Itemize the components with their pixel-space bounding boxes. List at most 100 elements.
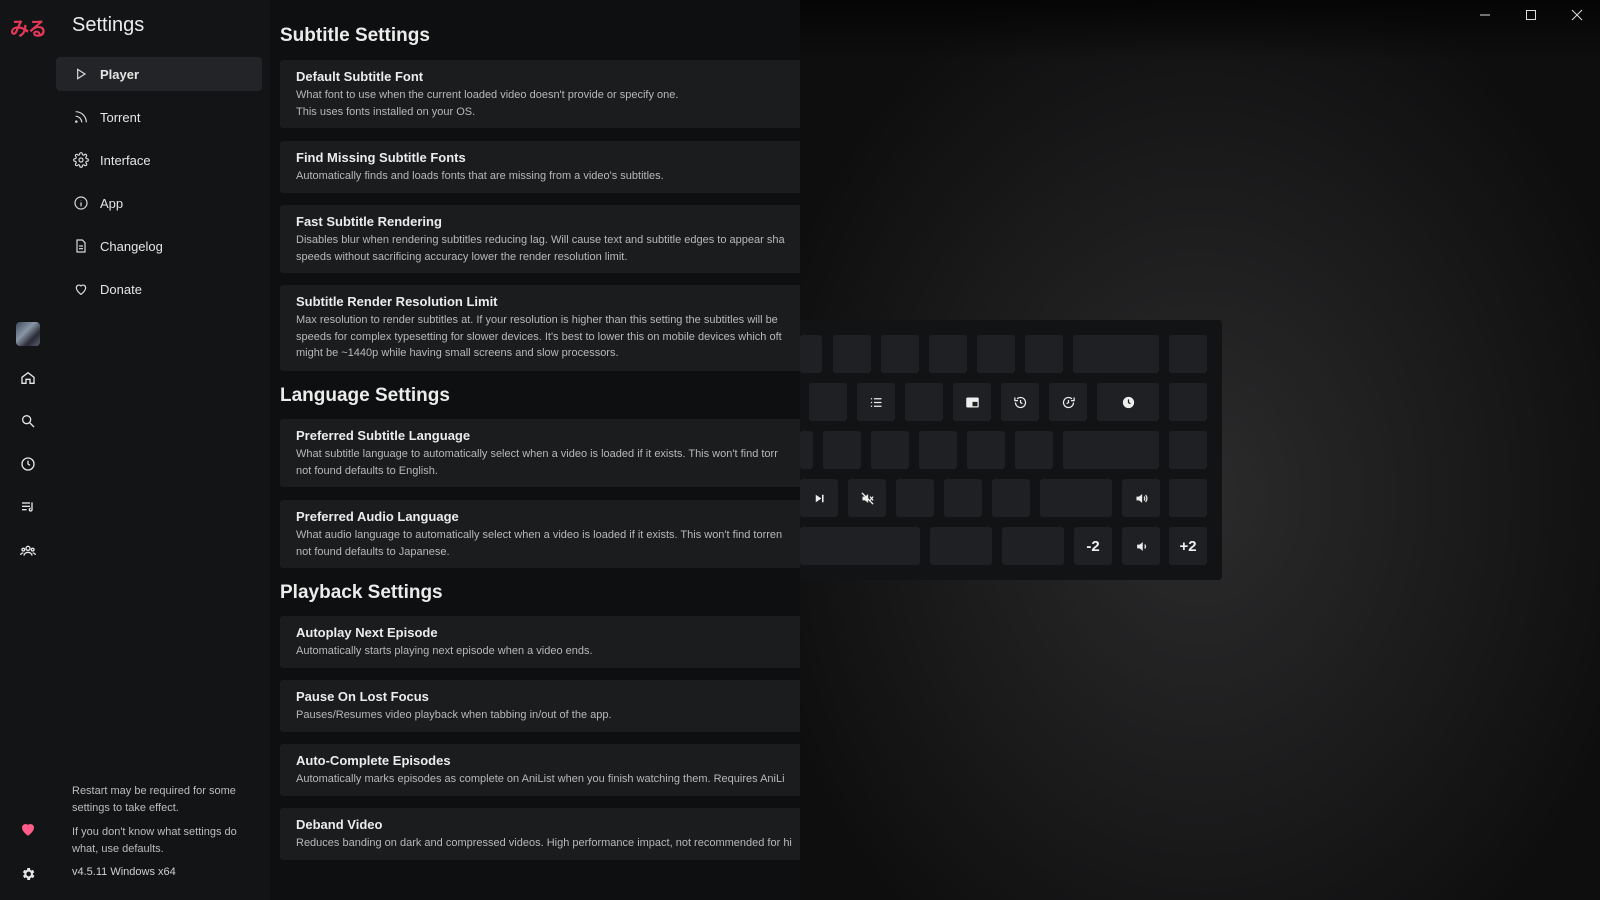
- minimize-button[interactable]: [1462, 0, 1508, 30]
- setting-description: Automatically finds and loads fonts that…: [296, 170, 664, 182]
- defaults-note: If you don't know what settings do what,…: [72, 826, 237, 855]
- nav-item-changelog[interactable]: Changelog: [56, 229, 262, 263]
- key-mute[interactable]: [848, 479, 886, 517]
- watch-together-button[interactable]: [16, 539, 40, 563]
- key-slot[interactable]: [871, 431, 909, 469]
- key-slot[interactable]: [930, 527, 992, 565]
- version-label: v4.5.11 Windows x64: [72, 866, 176, 878]
- key-forward[interactable]: [1049, 383, 1087, 421]
- setting-title: Auto-Complete Episodes: [296, 753, 451, 768]
- setting-card-deband-video[interactable]: Deband Video Reduces banding on dark and…: [280, 808, 800, 860]
- key-slot[interactable]: [800, 431, 813, 469]
- search-button[interactable]: [16, 409, 40, 433]
- setting-description: Max resolution to render subtitles at. I…: [296, 314, 782, 359]
- home-icon: [21, 371, 35, 384]
- key-slot[interactable]: [1169, 479, 1207, 517]
- key-slot[interactable]: [1169, 431, 1207, 469]
- nav-item-app[interactable]: App: [56, 186, 262, 220]
- setting-description: Disables blur when rendering subtitles r…: [296, 234, 785, 263]
- gear-icon: [22, 868, 35, 880]
- minimize-icon: [1480, 14, 1490, 16]
- setting-card-auto-complete-episodes[interactable]: Auto-Complete Episodes Automatically mar…: [280, 744, 800, 796]
- key-slot[interactable]: [977, 335, 1015, 373]
- setting-title: Pause On Lost Focus: [296, 689, 429, 704]
- app-logo: みる: [10, 18, 47, 40]
- home-button[interactable]: [16, 366, 40, 390]
- key-spacebar[interactable]: [800, 527, 920, 565]
- nav-item-label: Torrent: [100, 109, 141, 125]
- section-title-subtitle: Subtitle Settings: [280, 25, 430, 46]
- key-clock[interactable]: [1097, 383, 1159, 421]
- key-slot[interactable]: [1040, 479, 1112, 517]
- keybinds-panel: -2 +2: [800, 320, 1222, 580]
- key-slot[interactable]: [929, 335, 967, 373]
- key-slot[interactable]: [905, 383, 943, 421]
- key-next[interactable]: [800, 479, 838, 517]
- nav-item-interface[interactable]: Interface: [56, 143, 262, 177]
- key-playlist[interactable]: [857, 383, 895, 421]
- search-icon: [21, 415, 35, 428]
- key-slot[interactable]: [1073, 335, 1159, 373]
- key-slot[interactable]: [1015, 431, 1053, 469]
- key-slot[interactable]: [944, 479, 982, 517]
- setting-description: What font to use when the current loaded…: [296, 89, 679, 118]
- nav-item-player[interactable]: Player: [56, 57, 262, 91]
- setting-card-default-subtitle-font[interactable]: Default Subtitle Font What font to use w…: [280, 60, 800, 128]
- setting-card-find-missing-fonts[interactable]: Find Missing Subtitle Fonts Automaticall…: [280, 141, 800, 193]
- volume-off-icon: [860, 491, 874, 505]
- settings-nav-panel: Settings Player Torrent Interface App Ch…: [56, 0, 270, 900]
- schedule-button[interactable]: [16, 452, 40, 476]
- key-slot[interactable]: [809, 383, 847, 421]
- watchlist-button[interactable]: [16, 495, 40, 519]
- setting-card-render-resolution-limit[interactable]: Subtitle Render Resolution Limit Max res…: [280, 285, 800, 371]
- clock-icon: [1122, 396, 1134, 408]
- key-slot[interactable]: [992, 479, 1030, 517]
- nav-item-label: Donate: [100, 281, 142, 297]
- close-button[interactable]: [1554, 0, 1600, 30]
- key-slot[interactable]: [1169, 335, 1207, 373]
- document-icon: [72, 237, 90, 255]
- setting-description: Automatically starts playing next episod…: [296, 645, 593, 657]
- key-minus-two[interactable]: -2: [1074, 527, 1112, 565]
- key-volume-up[interactable]: [1122, 479, 1160, 517]
- key-picture-in-picture[interactable]: [953, 383, 991, 421]
- setting-card-preferred-audio-language[interactable]: Preferred Audio Language What audio lang…: [280, 500, 800, 568]
- setting-description: Reduces banding on dark and compressed v…: [296, 837, 792, 849]
- key-volume-down[interactable]: [1122, 527, 1160, 565]
- volume-down-icon: [1136, 541, 1146, 551]
- key-slot[interactable]: [919, 431, 957, 469]
- key-slot[interactable]: [896, 479, 934, 517]
- setting-card-pause-on-lost-focus[interactable]: Pause On Lost Focus Pauses/Resumes video…: [280, 680, 800, 732]
- key-plus-two[interactable]: +2: [1169, 527, 1207, 565]
- settings-rail-button[interactable]: [16, 862, 40, 886]
- setting-card-preferred-subtitle-language[interactable]: Preferred Subtitle Language What subtitl…: [280, 419, 800, 487]
- setting-description: What audio language to automatically sel…: [296, 529, 783, 558]
- setting-description: What subtitle language to automatically …: [296, 448, 778, 477]
- setting-card-fast-subtitle-rendering[interactable]: Fast Subtitle Rendering Disables blur wh…: [280, 205, 800, 273]
- key-slot[interactable]: [1002, 527, 1064, 565]
- key-slot[interactable]: [1025, 335, 1063, 373]
- key-slot[interactable]: [823, 431, 861, 469]
- donate-rail-button[interactable]: [16, 817, 40, 841]
- nav-item-torrent[interactable]: Torrent: [56, 100, 262, 134]
- page-title: Settings: [72, 14, 145, 36]
- setting-title: Fast Subtitle Rendering: [296, 214, 442, 229]
- nav-item-donate[interactable]: Donate: [56, 272, 262, 306]
- close-icon: [1571, 9, 1583, 21]
- maximize-button[interactable]: [1508, 0, 1554, 30]
- key-rewind[interactable]: [1001, 383, 1039, 421]
- playlist-icon: [22, 502, 33, 512]
- key-slot[interactable]: [800, 335, 822, 373]
- key-slot[interactable]: [1169, 383, 1207, 421]
- setting-card-autoplay-next-episode[interactable]: Autoplay Next Episode Automatically star…: [280, 616, 800, 668]
- key-slot[interactable]: [881, 335, 919, 373]
- key-slot[interactable]: [833, 335, 871, 373]
- avatar[interactable]: [16, 322, 40, 346]
- nav-item-label: Interface: [100, 152, 151, 168]
- rss-icon: [72, 108, 90, 126]
- skip-next-icon: [815, 494, 824, 502]
- key-slot[interactable]: [967, 431, 1005, 469]
- setting-title: Subtitle Render Resolution Limit: [296, 294, 498, 309]
- heart-icon: [21, 824, 35, 836]
- key-slot[interactable]: [1063, 431, 1159, 469]
